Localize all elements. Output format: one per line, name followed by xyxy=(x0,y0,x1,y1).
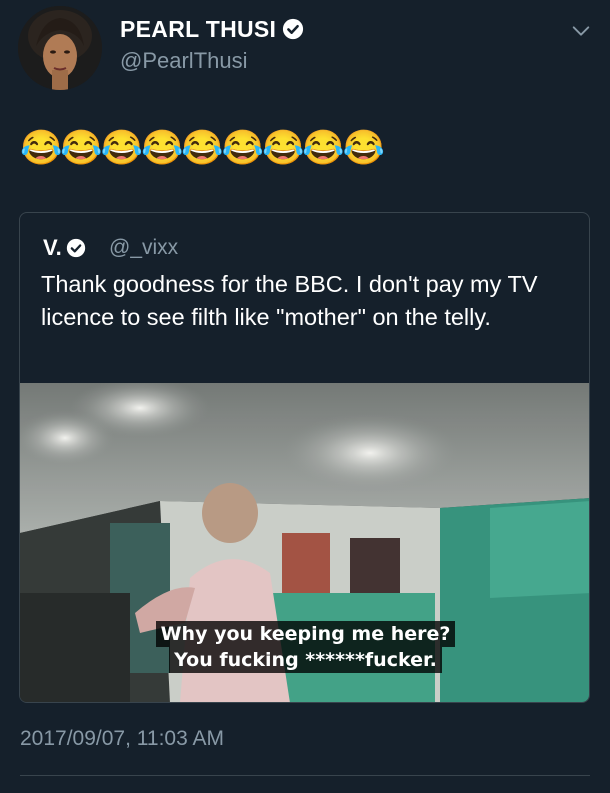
subtitle-line: You fucking ******fucker. xyxy=(169,647,442,673)
tweet: PEARL THUSI @PearlThusi 😂😂😂😂😂😂😂😂😂 V. @_v… xyxy=(0,0,610,793)
quoted-tweet[interactable]: V. @_vixx Thank goodness for the BBC. I … xyxy=(19,212,590,703)
subtitle-line: Why you keeping me here? xyxy=(155,621,456,647)
quoted-media-image[interactable]: Why you keeping me here? You fucking ***… xyxy=(20,383,589,702)
author-name[interactable]: PEARL THUSI xyxy=(120,16,304,43)
author-handle[interactable]: @PearlThusi xyxy=(120,48,248,74)
tweet-text: 😂😂😂😂😂😂😂😂😂 xyxy=(20,129,385,167)
quoted-author-name-text[interactable]: V. xyxy=(43,235,62,260)
avatar[interactable] xyxy=(18,6,102,90)
quoted-tweet-text: Thank goodness for the BBC. I don't pay … xyxy=(41,271,538,330)
author-name-text[interactable]: PEARL THUSI xyxy=(120,16,276,42)
chevron-down-icon[interactable] xyxy=(570,20,592,42)
divider xyxy=(20,775,590,776)
quoted-author-name[interactable]: V. xyxy=(43,235,86,261)
tweet-timestamp[interactable]: 2017/09/07, 11:03 AM xyxy=(20,727,224,751)
verified-badge-icon xyxy=(283,18,304,40)
verified-badge-icon xyxy=(66,238,85,258)
video-subtitles: Why you keeping me here? You fucking ***… xyxy=(20,621,589,673)
quoted-author-handle[interactable]: @_vixx xyxy=(109,236,178,260)
